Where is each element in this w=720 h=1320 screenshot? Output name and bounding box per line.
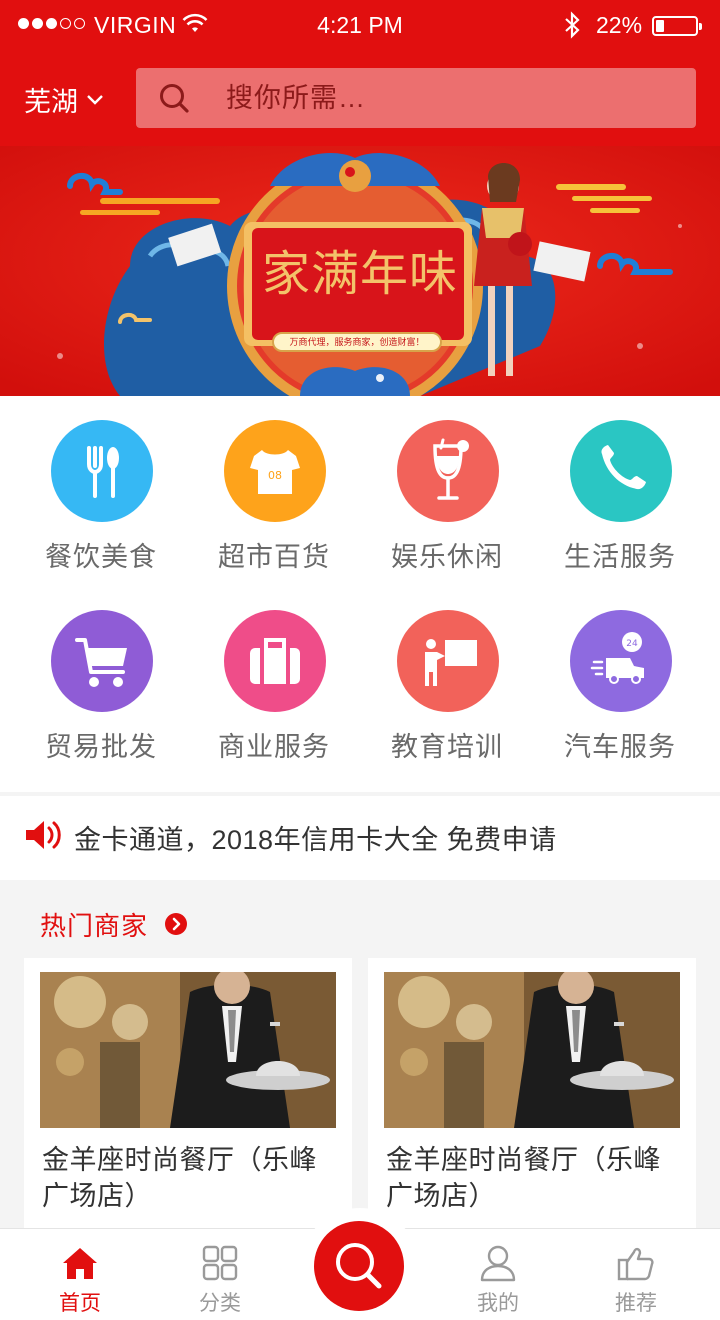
merchant-card[interactable]: 金羊座时尚餐厅（乐峰广场店） — [24, 958, 352, 1238]
promo-banner[interactable]: 家满年味 万商代理，服务商家，创造财富！ — [0, 146, 720, 396]
merchant-photo — [40, 972, 336, 1128]
category-label: 生活服务 — [564, 542, 676, 572]
tab-recommend[interactable]: 推荐 — [576, 1229, 696, 1320]
category-label: 餐饮美食 — [45, 542, 157, 572]
cutlery-icon — [87, 446, 119, 498]
merchant-card[interactable]: 金羊座时尚餐厅（乐峰广场店） — [368, 958, 696, 1238]
search-input[interactable] — [226, 68, 676, 128]
category-trade[interactable]: 贸易批发 — [16, 610, 186, 790]
tab-label: 推荐 — [615, 1292, 657, 1315]
category-label: 商业服务 — [218, 732, 330, 762]
category-business[interactable]: 商业服务 — [189, 610, 359, 790]
thumbs-up-icon — [617, 1247, 654, 1281]
category-label: 教育培训 — [391, 732, 503, 762]
city-selector[interactable]: 芜湖 — [24, 80, 104, 119]
category-label: 汽车服务 — [564, 732, 676, 762]
tab-label: 分类 — [199, 1292, 241, 1315]
category-entertainment[interactable]: 娱乐休闲 — [362, 420, 532, 600]
user-icon — [480, 1245, 516, 1282]
battery-icon — [652, 16, 702, 36]
category-label: 娱乐休闲 — [391, 542, 503, 572]
chevron-down-icon — [87, 94, 103, 105]
speaker-icon — [26, 821, 61, 849]
svg-text:08: 08 — [268, 469, 282, 482]
city-label: 芜湖 — [24, 87, 78, 117]
notice-bar[interactable]: 金卡通道，2018年信用卡大全 免费申请 — [0, 796, 720, 880]
status-bar: VIRGIN 4:21 PM 22% — [0, 0, 720, 52]
center-search-button[interactable] — [314, 1221, 404, 1311]
tab-profile[interactable]: 我的 — [438, 1229, 558, 1320]
category-life-services[interactable]: 生活服务 — [535, 420, 705, 600]
banner-title: 家满年味 — [261, 246, 458, 302]
search-bar[interactable] — [136, 68, 696, 128]
battery-percent: 22% — [596, 12, 643, 38]
category-auto[interactable]: 24 汽车服务 — [535, 610, 705, 790]
briefcase-icon — [250, 638, 300, 684]
category-icon-bg — [397, 610, 499, 712]
merchant-name: 金羊座时尚餐厅（乐峰广场店） — [386, 1145, 661, 1211]
teacher-board-icon — [425, 639, 477, 686]
bluetooth-icon — [565, 11, 580, 39]
category-icon-bg — [570, 420, 672, 522]
delivery-van-icon: 24 — [590, 632, 644, 684]
category-label: 超市百货 — [218, 542, 330, 572]
category-icon-bg — [51, 610, 153, 712]
chevron-right-circle-icon[interactable] — [164, 912, 188, 936]
notice-text: 金卡通道，2018年信用卡大全 免费申请 — [74, 825, 557, 855]
search-icon — [160, 84, 189, 113]
banner-subtitle: 万商代理，服务商家，创造财富！ — [272, 332, 442, 352]
battery-level — [656, 20, 664, 32]
cocktail-icon — [433, 438, 469, 500]
category-supermarket[interactable]: 08 超市百货 — [189, 420, 359, 600]
svg-text:24: 24 — [626, 639, 638, 649]
tab-label: 我的 — [477, 1292, 519, 1315]
category-icon-bg — [397, 420, 499, 522]
home-icon — [63, 1248, 97, 1279]
tab-categories[interactable]: 分类 — [160, 1229, 280, 1320]
category-icon-bg: 24 — [570, 610, 672, 712]
category-education[interactable]: 教育培训 — [362, 610, 532, 790]
category-label: 贸易批发 — [45, 732, 157, 762]
tab-home[interactable]: 首页 — [20, 1229, 140, 1320]
merchant-photo — [384, 972, 680, 1128]
top-header: VIRGIN 4:21 PM 22% 芜湖 — [0, 0, 720, 146]
cart-icon — [75, 638, 127, 687]
section-title-hot-merchants: 热门商家 — [40, 911, 149, 941]
category-icon-bg: 08 — [224, 420, 326, 522]
search-icon — [336, 1243, 382, 1289]
category-grid: 餐饮美食 08 超市百货 娱乐休闲 生活服务 贸易批发 商业服务 教育培训 24… — [0, 396, 720, 792]
tab-label: 首页 — [59, 1292, 101, 1315]
app-screen: VIRGIN 4:21 PM 22% 芜湖 搜你所需… 家满年味 万商代理，服务… — [0, 0, 720, 1320]
grid-icon — [202, 1245, 238, 1281]
phone-icon — [601, 445, 646, 490]
category-icon-bg — [224, 610, 326, 712]
category-icon-bg — [51, 420, 153, 522]
category-dining[interactable]: 餐饮美食 — [16, 420, 186, 600]
tshirt-icon: 08 — [250, 450, 300, 494]
merchant-name: 金羊座时尚餐厅（乐峰广场店） — [42, 1145, 317, 1211]
